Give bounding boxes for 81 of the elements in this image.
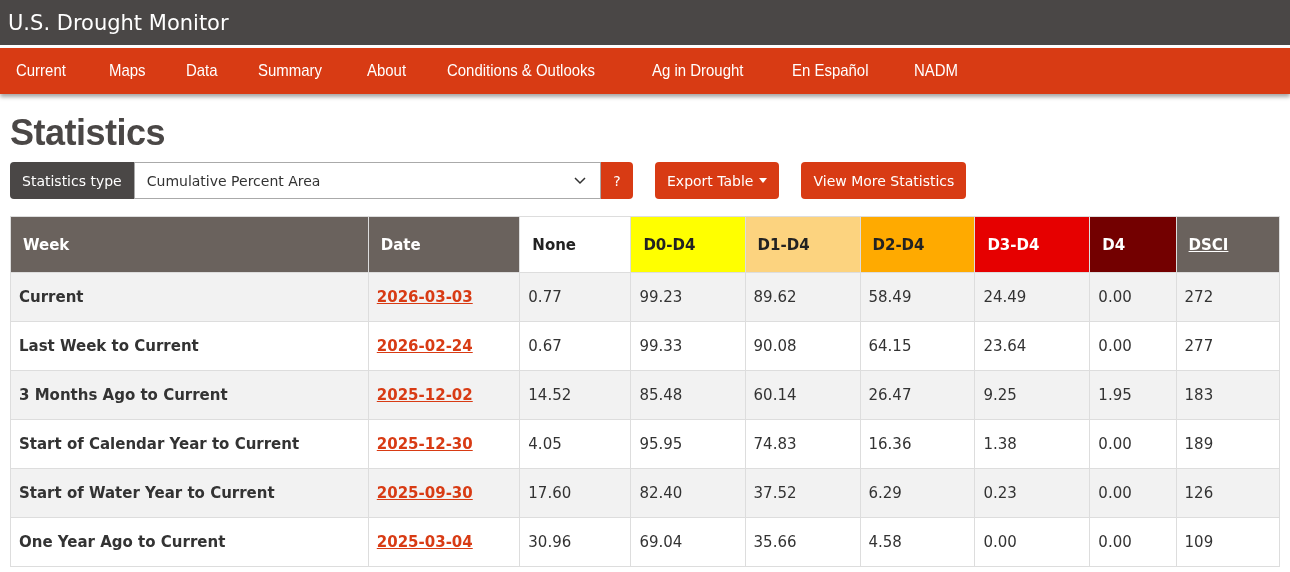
column-header: D1-D4 <box>745 216 860 273</box>
action-button[interactable]: View More Statistics <box>801 162 967 199</box>
table-cell: 60.14 <box>745 370 860 420</box>
table-cell: 26.47 <box>860 370 975 420</box>
nav-link[interactable]: Conditions & Outlooks <box>447 61 596 81</box>
column-header: D2-D4 <box>860 216 975 273</box>
table-cell: 109 <box>1176 517 1280 567</box>
table-cell: One Year Ago to Current <box>10 517 369 567</box>
column-header: D0-D4 <box>630 216 746 273</box>
column-header: None <box>519 216 631 273</box>
table-cell: 1.38 <box>974 419 1090 469</box>
table-cell: 30.96 <box>519 517 631 567</box>
table-cell: 90.08 <box>745 321 860 371</box>
table-cell: 0.23 <box>974 468 1090 518</box>
statistics-type-label: Statistics type <box>10 162 134 199</box>
table-cell: 0.00 <box>1089 272 1177 322</box>
table-cell: Start of Water Year to Current <box>10 468 369 518</box>
table-cell: 4.05 <box>519 419 631 469</box>
table-cell: 183 <box>1176 370 1280 420</box>
date-link[interactable]: 2025-09-30 <box>376 484 473 502</box>
table-cell: 37.52 <box>745 468 860 518</box>
column-header-link[interactable]: DSCI <box>1188 235 1229 254</box>
table-cell: Current <box>10 272 369 322</box>
table-cell: 85.48 <box>630 370 746 420</box>
table-cell: 35.66 <box>745 517 860 567</box>
table-cell: 64.15 <box>860 321 975 371</box>
nav-link[interactable]: Summary <box>258 61 323 81</box>
table-cell: 0.00 <box>1089 517 1177 567</box>
date-link[interactable]: 2026-02-24 <box>376 337 473 355</box>
table-cell: 58.49 <box>860 272 975 322</box>
table-cell: 4.58 <box>860 517 975 567</box>
table-cell: 6.29 <box>860 468 975 518</box>
table-cell: 99.33 <box>630 321 746 371</box>
table-cell: 0.67 <box>519 321 631 371</box>
table-cell: 189 <box>1176 419 1280 469</box>
column-header: D3-D4 <box>974 216 1090 273</box>
nav-link[interactable]: About <box>366 61 407 81</box>
action-button[interactable]: Export Table <box>655 162 780 199</box>
nav-link[interactable]: Maps <box>108 61 146 81</box>
nav-link[interactable]: En Español <box>791 61 869 81</box>
date-link[interactable]: 2026-03-03 <box>376 288 473 306</box>
date-link[interactable]: 2025-03-04 <box>376 533 473 551</box>
table-cell: 74.83 <box>745 419 860 469</box>
table-cell: 23.64 <box>974 321 1090 371</box>
help-button[interactable]: ? <box>601 162 633 199</box>
table-cell: 272 <box>1176 272 1280 322</box>
date-link[interactable]: 2025-12-30 <box>376 435 473 453</box>
table-cell: 69.04 <box>630 517 746 567</box>
table-cell: 16.36 <box>860 419 975 469</box>
table-cell: 99.23 <box>630 272 746 322</box>
site-title[interactable]: U.S. Drought Monitor <box>8 10 229 35</box>
nav-link[interactable]: Current <box>16 61 66 81</box>
table-cell: 89.62 <box>745 272 860 322</box>
table-cell: 0.00 <box>1089 468 1177 518</box>
nav-link[interactable]: Ag in Drought <box>651 61 744 81</box>
column-header: Week <box>10 216 369 273</box>
table-cell: 9.25 <box>974 370 1090 420</box>
table-cell: 0.00 <box>1089 321 1177 371</box>
table-cell: 17.60 <box>519 468 631 518</box>
statistics-type-select[interactable]: Cumulative Percent Area <box>133 162 601 199</box>
table-cell: 277 <box>1176 321 1280 371</box>
table-cell: 14.52 <box>519 370 631 420</box>
table-cell: 0.00 <box>1089 419 1177 469</box>
chevron-down-icon <box>574 176 586 185</box>
nav-link[interactable]: Data <box>186 61 218 81</box>
caret-icon <box>759 178 768 183</box>
table-cell: 3 Months Ago to Current <box>10 370 369 420</box>
column-header: D4 <box>1089 216 1177 273</box>
table-cell: 24.49 <box>974 272 1090 322</box>
table-cell: 82.40 <box>630 468 746 518</box>
table-cell: 0.77 <box>519 272 631 322</box>
page-title: Statistics <box>10 112 167 154</box>
table-cell: Start of Calendar Year to Current <box>10 419 369 469</box>
column-header: Date <box>368 216 520 273</box>
date-link[interactable]: 2025-12-02 <box>376 386 473 404</box>
table-cell: 126 <box>1176 468 1280 518</box>
nav-link[interactable]: NADM <box>914 61 959 81</box>
table-cell: Last Week to Current <box>10 321 369 371</box>
table-cell: 1.95 <box>1089 370 1177 420</box>
table-cell: 95.95 <box>630 419 746 469</box>
table-cell: 0.00 <box>974 517 1090 567</box>
